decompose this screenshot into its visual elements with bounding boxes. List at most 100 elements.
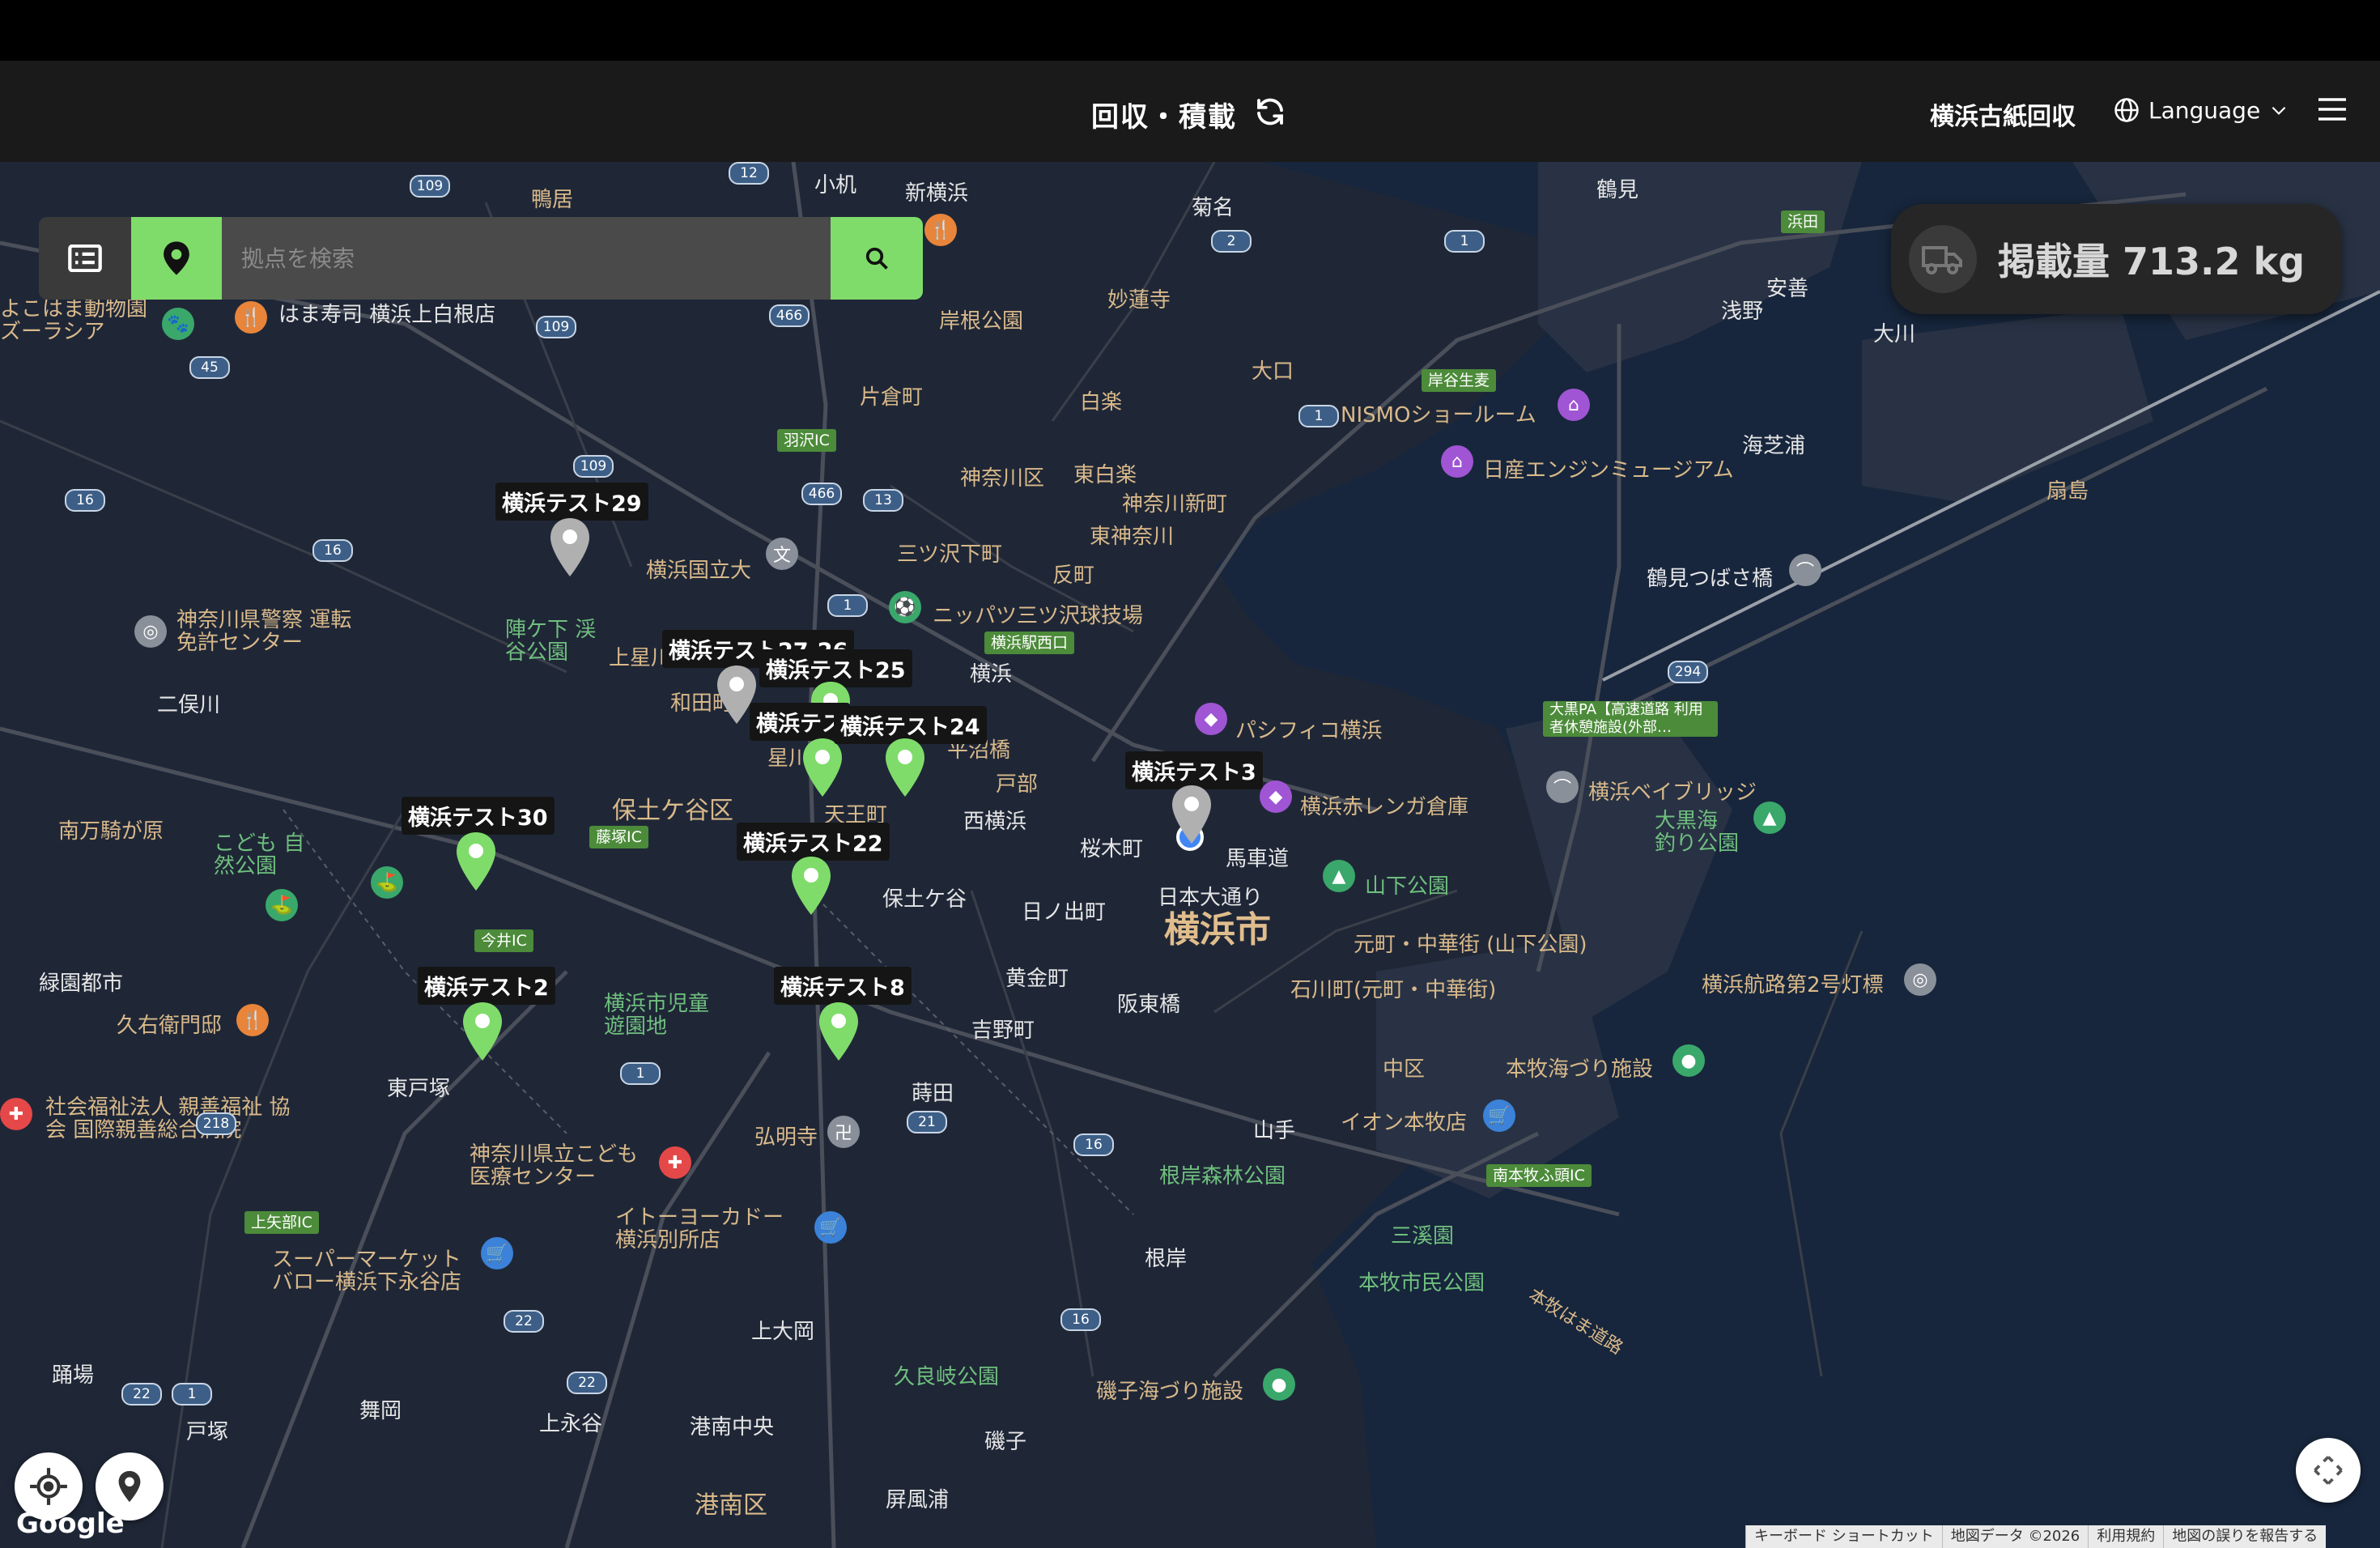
map-label: 日産エンジンミュージアム (1483, 458, 1734, 483)
stadium-icon[interactable]: ⚽ (889, 591, 921, 623)
route-shield: 1 (172, 1383, 212, 1406)
refresh-icon[interactable] (1253, 95, 1287, 129)
hospital-icon[interactable]: ✚ (0, 1098, 32, 1130)
location-marker-pin[interactable] (817, 1001, 861, 1062)
map-label: 上永谷 (539, 1412, 603, 1436)
location-marker-pin[interactable] (548, 517, 592, 578)
map-canvas[interactable]: 鴨居 小机 新横浜 菊名 岸根公園 妙蓮寺 はま寿司 横浜上白根店 よこはま動物… (0, 162, 2380, 1548)
map-label: 浜田 (1781, 211, 1825, 233)
route-shield: 21 (907, 1111, 947, 1133)
restaurant-icon[interactable]: 🍴 (924, 214, 957, 246)
map-label: 港南区 (695, 1491, 767, 1520)
crosshair-icon (30, 1468, 67, 1505)
zoo-icon[interactable]: 🐾 (162, 308, 194, 340)
park-icon[interactable]: ▲ (1323, 860, 1355, 892)
language-selector[interactable]: Language (2113, 93, 2289, 127)
park-icon[interactable]: ▲ (1753, 802, 1786, 834)
map-label: 鶴見つばさ橋 (1647, 567, 1774, 591)
map-label: よこはま動物園 ズーラシア (0, 297, 148, 344)
list-icon (68, 245, 102, 272)
museum-icon[interactable]: ⌂ (1441, 445, 1473, 478)
temple-icon[interactable]: 卍 (827, 1116, 860, 1148)
google-logo: Google (16, 1508, 125, 1540)
map-label: 神奈川県立こども 医療センター (470, 1142, 639, 1189)
list-view-button[interactable] (39, 217, 131, 300)
map-label: イトーヨーカドー 横浜別所店 (615, 1206, 784, 1252)
map-label: 妙蓮寺 (1107, 288, 1171, 313)
golf-icon[interactable]: ⛳ (266, 889, 298, 921)
terms-link[interactable]: 利用規約 (2088, 1525, 2163, 1548)
bridge-icon[interactable]: ⌒ (1789, 554, 1821, 586)
route-shield: 218 (196, 1112, 236, 1135)
map-label: 弘明寺 (754, 1125, 818, 1150)
route-shield: 16 (65, 489, 105, 512)
bridge-icon[interactable]: ⌒ (1546, 771, 1579, 803)
route-shield: 16 (312, 539, 353, 562)
load-amount-panel: 掲載量 713.2 kg (1891, 204, 2341, 314)
map-label: 三溪園 (1391, 1224, 1455, 1248)
shopping-icon[interactable]: 🛒 (481, 1237, 513, 1269)
venue-icon[interactable]: ◆ (1260, 780, 1292, 813)
map-label: 二俣川 (157, 693, 221, 717)
map-label: 岸谷生麦 (1422, 369, 1497, 392)
location-marker-pin[interactable] (461, 1001, 504, 1062)
fullscreen-button[interactable] (2296, 1438, 2361, 1503)
map-label: ニッパツ三ツ沢球技場 (933, 604, 1144, 628)
map-label: NISMOショールーム (1341, 403, 1536, 427)
marker-label: 横浜テスト29 (495, 483, 648, 521)
lighthouse-icon[interactable]: ◎ (1904, 963, 1936, 996)
route-shield: 109 (410, 175, 450, 198)
map-view-button[interactable] (131, 217, 222, 300)
restaurant-icon[interactable]: 🍴 (236, 1004, 269, 1036)
map-label: 三ツ沢下町 (897, 542, 1003, 567)
route-shield: 22 (504, 1310, 544, 1333)
route-shield: 109 (536, 316, 576, 338)
map-label: 屏風浦 (886, 1488, 950, 1512)
map-label: 西横浜 (963, 810, 1027, 834)
venue-icon[interactable]: ◆ (1195, 703, 1227, 735)
map-label: 中区 (1383, 1057, 1426, 1082)
shopping-icon[interactable]: 🛒 (1483, 1099, 1515, 1132)
map-label: 安善 (1766, 277, 1809, 301)
load-amount-text: 掲載量 713.2 kg (1998, 240, 2306, 283)
landmark-icon[interactable]: ◎ (134, 615, 167, 648)
map-label: 扇島 (2046, 479, 2089, 504)
report-error-link[interactable]: 地図の誤りを報告する (2163, 1525, 2326, 1548)
route-shield: 45 (189, 356, 230, 379)
location-marker-pin[interactable] (789, 855, 833, 916)
search-button[interactable] (831, 217, 923, 300)
map-label: 黄金町 (1005, 967, 1069, 991)
map-label: 大黒PA【高速道路 利用者休憩施設(外部… (1543, 701, 1718, 737)
shopping-icon[interactable]: 🛒 (814, 1211, 847, 1244)
route-shield: 22 (121, 1383, 162, 1406)
route-shield: 109 (573, 455, 614, 478)
location-marker-pin[interactable] (883, 737, 927, 798)
globe-icon (2114, 98, 2139, 122)
hospital-icon[interactable]: ✚ (659, 1146, 691, 1179)
museum-icon[interactable]: ⌂ (1558, 389, 1590, 421)
map-label: 南本牧ふ頭IC (1486, 1164, 1592, 1187)
map-data-credit: 地図データ ©2026 (1941, 1525, 2089, 1548)
location-marker-pin[interactable] (801, 737, 844, 798)
location-marker-pin[interactable] (1170, 784, 1213, 845)
map-label: 社会福祉法人 親善福祉 協会 国際親善総合病院 (45, 1095, 291, 1142)
map-label: 東戸塚 (387, 1077, 451, 1101)
school-icon[interactable]: 文 (766, 538, 798, 570)
fishing-icon[interactable]: ● (1263, 1368, 1295, 1401)
map-label: 東白楽 (1073, 463, 1137, 487)
map-label: 新横浜 (905, 181, 969, 206)
map-label: 片倉町 (860, 385, 924, 410)
hamburger-menu-icon[interactable] (2317, 96, 2348, 122)
map-attribution: キーボード ショートカット 地図データ ©2026 利用規約 地図の誤りを報告す… (1745, 1525, 2327, 1548)
search-input[interactable] (222, 217, 831, 300)
map-label: 横浜市 (1164, 909, 1271, 950)
map-label: 陣ケ下 渓谷公園 (505, 618, 597, 665)
map-label: 海芝浦 (1742, 434, 1806, 458)
map-label: 神奈川区 (960, 466, 1045, 491)
golf-icon[interactable]: ⛳ (371, 866, 403, 899)
keyboard-shortcuts-link[interactable]: キーボード ショートカット (1745, 1525, 1942, 1548)
location-marker-pin[interactable] (454, 831, 498, 892)
fishing-icon[interactable]: ● (1672, 1044, 1705, 1077)
restaurant-icon[interactable]: 🍴 (235, 301, 267, 334)
map-label: 戸塚 (186, 1420, 229, 1444)
